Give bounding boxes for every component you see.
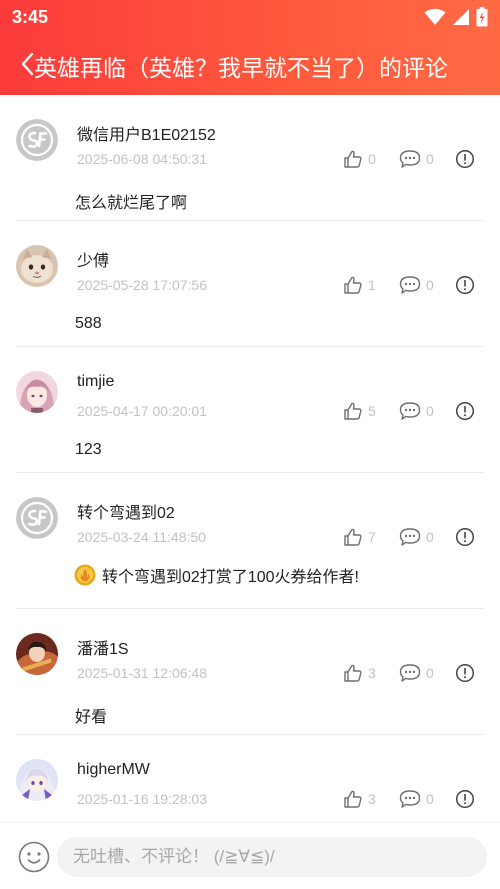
comment-username[interactable]: higherMW xyxy=(77,761,150,779)
comment-timestamp: 2025-03-24 11:48:50 xyxy=(77,529,206,545)
comment-username[interactable]: timjie xyxy=(77,373,114,391)
reply-count: 0 xyxy=(426,529,434,545)
like-count: 1 xyxy=(368,277,376,293)
app-header: 3:45 英雄再临（英雄？我早就不当了）的评论 xyxy=(0,0,500,95)
comment-item: 微信用户B1E02152 2025-06-08 04:50:31 0 0 怎么就… xyxy=(0,95,500,221)
reply-button[interactable]: 0 xyxy=(399,400,434,422)
chat-bubble-icon xyxy=(399,528,421,546)
chat-bubble-icon xyxy=(399,276,421,294)
alert-icon xyxy=(455,401,475,421)
reply-count: 0 xyxy=(426,151,434,167)
alert-icon xyxy=(455,789,475,809)
alert-icon xyxy=(455,527,475,547)
comment-username[interactable]: 微信用户B1E02152 xyxy=(77,121,216,145)
status-icons xyxy=(424,6,488,28)
reply-button[interactable]: 0 xyxy=(399,662,434,684)
like-button[interactable]: 3 xyxy=(343,662,376,684)
comment-timestamp: 2025-01-16 19:28:03 xyxy=(77,791,207,807)
reply-button[interactable]: 0 xyxy=(399,526,434,548)
anime-girl-avatar[interactable] xyxy=(16,371,58,413)
battery-charging-icon xyxy=(476,7,488,27)
comment-timestamp: 2025-04-17 00:20:01 xyxy=(77,403,207,419)
comment-item: 转个弯遇到02 2025-03-24 11:48:50 7 0 转个弯遇到02打… xyxy=(0,473,500,609)
comment-content: 转个弯遇到02打赏了100火券给作者! xyxy=(74,563,359,587)
comment-timestamp: 2025-06-08 04:50:31 xyxy=(77,151,207,167)
comment-actions: 5 0 xyxy=(343,400,483,422)
like-count: 3 xyxy=(368,791,376,807)
comment-content: 123 xyxy=(75,441,102,458)
comment-content: 588 xyxy=(75,315,102,332)
thumbs-up-icon xyxy=(344,790,362,808)
status-time: 3:45 xyxy=(12,7,49,27)
wifi-icon xyxy=(424,8,446,25)
thumbs-up-icon xyxy=(344,402,362,420)
reply-count: 0 xyxy=(426,791,434,807)
comment-timestamp: 2025-05-28 17:07:56 xyxy=(77,277,207,293)
alert-icon xyxy=(455,149,475,169)
report-button[interactable] xyxy=(455,274,475,296)
alert-icon xyxy=(455,275,475,295)
comment-actions: 0 0 xyxy=(343,148,483,170)
report-button[interactable] xyxy=(455,148,475,170)
comment-content: 怎么就烂尾了啊 xyxy=(75,195,188,212)
comment-item: 少傅 2025-05-28 17:07:56 1 0 588 xyxy=(0,221,500,347)
comment-timestamp: 2025-01-31 12:06:48 xyxy=(77,665,207,681)
title-bar: 英雄再临（英雄？我早就不当了）的评论 xyxy=(0,44,500,84)
comment-username[interactable]: 少傅 xyxy=(77,247,109,271)
reply-count: 0 xyxy=(426,403,434,419)
like-count: 3 xyxy=(368,665,376,681)
like-button[interactable]: 7 xyxy=(343,526,376,548)
comment-actions: 3 0 xyxy=(343,662,483,684)
thumbs-up-icon xyxy=(344,150,362,168)
reward-text: 转个弯遇到02打赏了100火券给作者! xyxy=(102,569,359,586)
alert-icon xyxy=(455,663,475,683)
comment-actions: 1 0 xyxy=(343,274,483,296)
anime-character-avatar[interactable] xyxy=(16,633,58,675)
emoji-icon[interactable] xyxy=(18,841,50,873)
comment-composer xyxy=(0,822,500,889)
reply-button[interactable]: 0 xyxy=(399,148,434,170)
comment-input[interactable] xyxy=(57,837,487,877)
comment-actions: 7 0 xyxy=(343,526,483,548)
comment-list: 微信用户B1E02152 2025-06-08 04:50:31 0 0 怎么就… xyxy=(0,95,500,822)
chat-bubble-icon xyxy=(399,402,421,420)
like-button[interactable]: 5 xyxy=(343,400,376,422)
report-button[interactable] xyxy=(455,788,475,810)
report-button[interactable] xyxy=(455,526,475,548)
comment-item: higherMW 2025-01-16 19:28:03 3 0 xyxy=(0,735,500,822)
comment-actions: 3 0 xyxy=(343,788,483,810)
like-count: 0 xyxy=(368,151,376,167)
reply-button[interactable]: 0 xyxy=(399,274,434,296)
comment-content: 好看 xyxy=(75,709,108,726)
sf-logo-avatar[interactable] xyxy=(16,119,58,161)
gold-coin-icon xyxy=(74,564,96,586)
reply-count: 0 xyxy=(426,277,434,293)
chat-bubble-icon xyxy=(399,664,421,682)
cellular-signal-icon xyxy=(453,9,469,25)
like-count: 5 xyxy=(368,403,376,419)
comment-item: timjie 2025-04-17 00:20:01 5 0 123 xyxy=(0,347,500,473)
status-bar: 3:45 xyxy=(0,0,500,34)
chat-bubble-icon xyxy=(399,150,421,168)
thumbs-up-icon xyxy=(344,276,362,294)
thumbs-up-icon xyxy=(344,528,362,546)
anime-girl-purple-avatar[interactable] xyxy=(16,759,58,801)
sf-logo-avatar[interactable] xyxy=(16,497,58,539)
thumbs-up-icon xyxy=(344,664,362,682)
chat-bubble-icon xyxy=(399,790,421,808)
comment-item: 潘潘1S 2025-01-31 12:06:48 3 0 好看 xyxy=(0,609,500,735)
cat-photo-avatar[interactable] xyxy=(16,245,58,287)
like-button[interactable]: 1 xyxy=(343,274,376,296)
reply-count: 0 xyxy=(426,665,434,681)
report-button[interactable] xyxy=(455,662,475,684)
report-button[interactable] xyxy=(455,400,475,422)
like-button[interactable]: 0 xyxy=(343,148,376,170)
page-title: 英雄再临（英雄？我早就不当了）的评论 xyxy=(34,55,448,81)
comment-username[interactable]: 潘潘1S xyxy=(77,635,129,659)
like-count: 7 xyxy=(368,529,376,545)
like-button[interactable]: 3 xyxy=(343,788,376,810)
reply-button[interactable]: 0 xyxy=(399,788,434,810)
comment-username[interactable]: 转个弯遇到02 xyxy=(77,499,175,523)
